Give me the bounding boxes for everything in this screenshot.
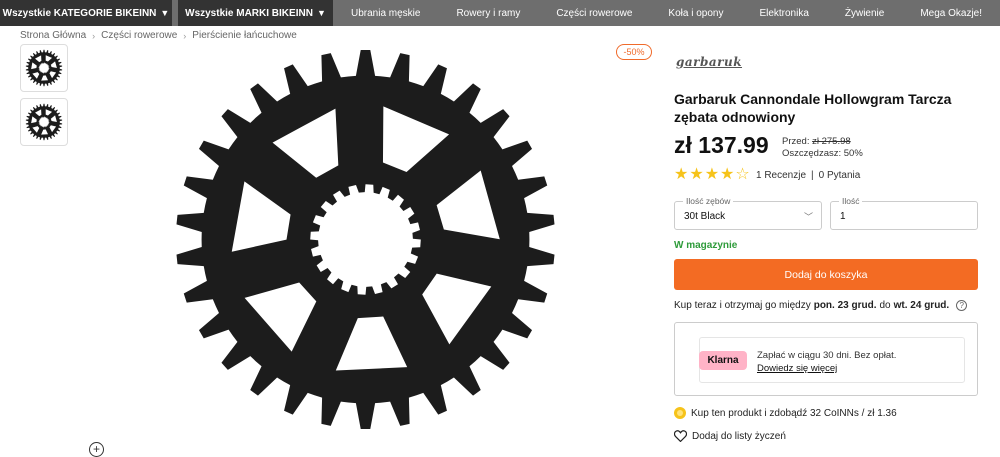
old-price-label: Przed:: [782, 136, 810, 147]
wishlist-button[interactable]: Dodaj do listy życzeń: [674, 430, 786, 442]
brand-logo[interactable]: garbaruk: [676, 55, 742, 69]
star-filled-icon: ★: [720, 166, 735, 183]
reviews-line: 1 Recenzje | 0 Pytania: [756, 170, 860, 181]
reviews-link[interactable]: 1 Recenzje: [756, 170, 806, 181]
all-brands-label: Wszystkie MARKI BIKEINN: [185, 7, 313, 19]
product-title: Garbaruk Cannondale Hollowgram Tarcza zę…: [674, 91, 952, 125]
chevron-right-icon: ›: [183, 30, 187, 41]
stock-status: W magazynie: [674, 240, 738, 251]
klarna-logo: Klarna: [699, 351, 747, 370]
nav-item-czesci[interactable]: Części rowerowe: [550, 8, 638, 19]
reviews-separator: |: [811, 170, 814, 181]
chainring-thumbnail-image: [25, 49, 63, 87]
star-empty-icon: ☆: [735, 166, 750, 183]
coin-icon: [674, 407, 686, 419]
coins-info: Kup ten produkt i zdobądź 32 CoINNs / zł…: [674, 407, 897, 419]
star-filled-icon: ★: [689, 166, 704, 183]
top-nav: Wszystkie KATEGORIE BIKEINN ▼ Wszystkie …: [0, 0, 1000, 26]
chevron-down-icon: ﹀: [803, 212, 813, 222]
coins-text: Kup ten produkt i zdobądź 32 CoINNs / zł…: [691, 407, 897, 419]
wishlist-label: Dodaj do listy życzeń: [692, 430, 786, 442]
klarna-learn-more-link[interactable]: Dowiedz się więcej: [757, 362, 896, 375]
delivery-to: wt. 24 grud.: [893, 300, 950, 311]
caret-down-icon: ▼: [316, 8, 326, 18]
discount-badge: -50%: [616, 44, 652, 60]
klarna-text: Zapłać w ciągu 30 dni. Bez opłat.: [757, 350, 897, 361]
klarna-box: Klarna Zapłać w ciągu 30 dni. Bez opłat.…: [674, 322, 978, 396]
thumbnail-2[interactable]: [20, 98, 68, 146]
teeth-label: Ilość zębów: [683, 196, 734, 206]
chainring-shape: [25, 49, 63, 87]
all-brands-dropdown[interactable]: Wszystkie MARKI BIKEINN ▼: [178, 0, 333, 26]
nav-items: Ubrania męskie Rowery i ramy Części rowe…: [333, 0, 1000, 26]
nav-item-mega-okazje[interactable]: Mega Okazje!: [914, 8, 988, 19]
chainring-thumbnail-image: [25, 103, 63, 141]
add-to-cart-button[interactable]: Dodaj do koszyka: [674, 259, 978, 290]
nav-item-zywienie[interactable]: Żywienie: [839, 8, 890, 19]
nav-item-elektronika[interactable]: Elektronika: [753, 8, 814, 19]
delivery-mid: do: [879, 300, 891, 311]
delivery-info: Kup teraz i otrzymaj go między pon. 23 g…: [674, 300, 968, 311]
star-filled-icon: ★: [674, 166, 689, 183]
questions-link[interactable]: 0 Pytania: [819, 170, 861, 181]
chevron-right-icon: ›: [92, 30, 96, 41]
quantity-field[interactable]: Ilość 1: [830, 196, 978, 230]
klarna-message: Zapłać w ciągu 30 dni. Bez opłat. Dowied…: [757, 349, 896, 375]
breadcrumb-home[interactable]: Strona Główna: [20, 30, 86, 41]
delivery-pre: Kup teraz i otrzymaj go między: [674, 300, 811, 311]
heart-icon: [674, 430, 687, 442]
zoom-plus-icon[interactable]: +: [89, 442, 104, 457]
breadcrumb-parts[interactable]: Części rowerowe: [101, 30, 177, 41]
question-icon[interactable]: ?: [956, 300, 968, 311]
product-price: zł 137.99: [674, 132, 769, 158]
teeth-select[interactable]: Ilość zębów 30t Black ﹀: [674, 196, 822, 230]
chainring-shape: [176, 49, 555, 430]
savings-text: Oszczędzasz: 50%: [782, 148, 863, 159]
quantity-label: Ilość: [839, 196, 863, 206]
thumbnail-1[interactable]: [20, 44, 68, 92]
all-categories-dropdown[interactable]: Wszystkie KATEGORIE BIKEINN ▼: [0, 0, 172, 26]
delivery-from: pon. 23 grud.: [813, 300, 877, 311]
breadcrumb: Strona Główna › Części rowerowe › Pierśc…: [20, 30, 297, 41]
product-main-image[interactable]: [168, 42, 563, 437]
nav-item-ubrania[interactable]: Ubrania męskie: [345, 8, 426, 19]
breadcrumb-chainrings[interactable]: Pierścienie łańcuchowe: [192, 30, 297, 41]
teeth-value: 30t Black: [684, 211, 726, 222]
chainring-shape: [25, 103, 63, 141]
nav-item-kola[interactable]: Koła i opony: [662, 8, 729, 19]
price-details: Przed: zł 275.98 Oszczędzasz: 50%: [782, 136, 863, 160]
nav-item-rowery[interactable]: Rowery i ramy: [450, 8, 526, 19]
caret-down-icon: ▼: [160, 8, 170, 18]
old-price-line: Przed: zł 275.98: [782, 136, 863, 148]
rating-stars[interactable]: ★ ★ ★ ★ ☆: [674, 167, 750, 183]
star-filled-icon: ★: [704, 166, 720, 183]
old-price: zł 275.98: [812, 136, 851, 147]
quantity-value: 1: [840, 211, 846, 222]
all-categories-label: Wszystkie KATEGORIE BIKEINN: [2, 7, 157, 19]
